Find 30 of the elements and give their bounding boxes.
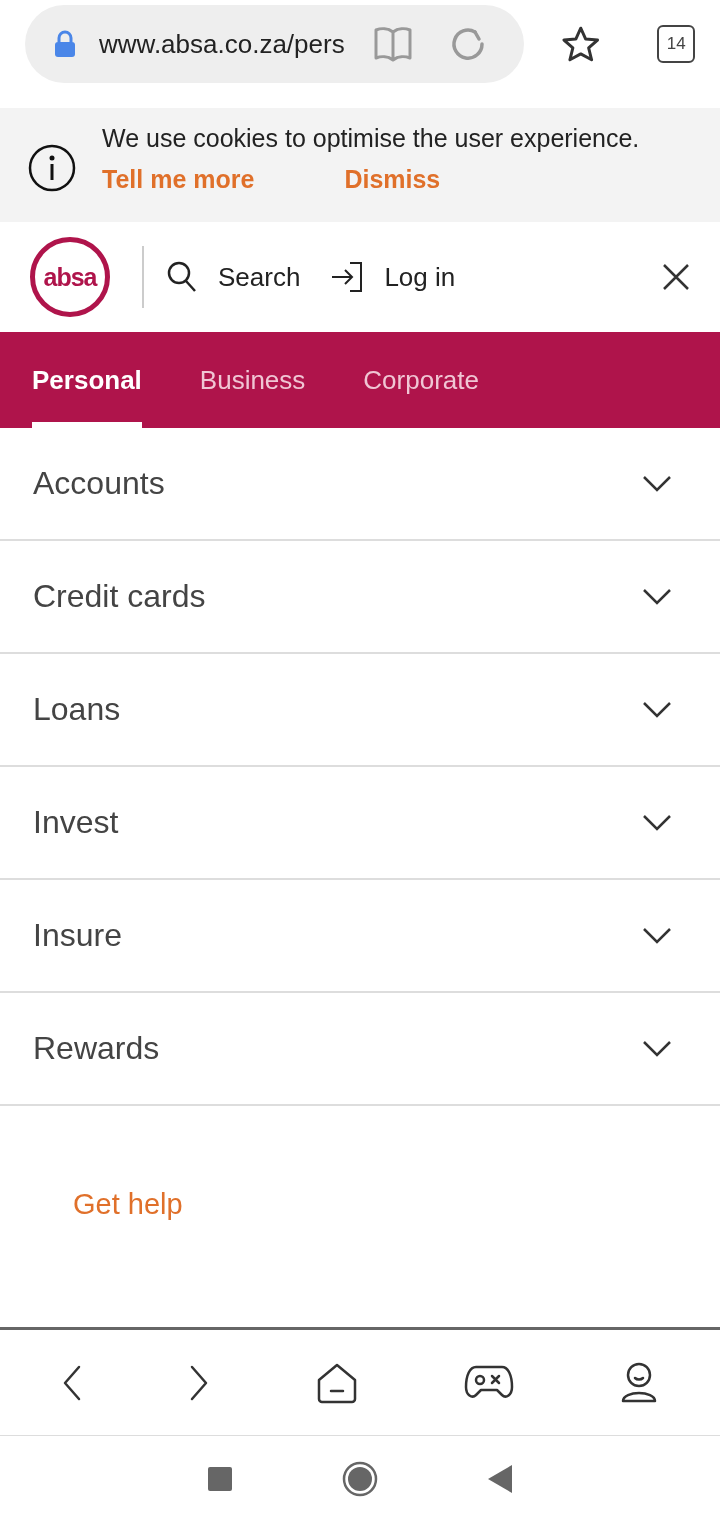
menu-item[interactable]: Loans [0,654,720,767]
home-button-icon[interactable] [342,1460,378,1497]
search-icon [166,260,198,294]
recents-icon[interactable] [208,1466,232,1491]
lock-icon [53,30,77,58]
menu-label: Invest [33,804,120,841]
menu-label: Loans [33,691,122,728]
menu-label: Rewards [33,1030,161,1067]
login-button[interactable]: Log in [330,260,456,294]
nav-tab[interactable]: Business [199,332,306,428]
nav-tab[interactable]: Personal [32,332,142,428]
login-icon [330,260,365,294]
menu-item[interactable]: Rewards [0,993,720,1106]
brand-logo[interactable]: absa [30,237,110,317]
close-icon[interactable] [662,263,690,291]
cookie-message: We use cookies to optimise the user experience. [102,124,640,153]
menu-item[interactable]: Credit cards [0,541,720,654]
info-icon [28,144,76,192]
menu-item[interactable]: Accounts [0,428,720,541]
menu-label: Accounts [33,465,166,502]
url-text: www.absa.co.za/pers [99,28,346,60]
menu-label: Credit cards [33,578,207,615]
star-icon[interactable] [561,26,600,62]
menu-item[interactable]: Insure [0,880,720,993]
nav-tab[interactable]: Corporate [363,332,479,428]
tab-count-button[interactable]: 14 [657,25,695,63]
menu-item[interactable]: Invest [0,767,720,880]
menu-label: Insure [33,917,123,954]
back-triangle-icon[interactable] [488,1464,512,1493]
search-button[interactable]: Search [166,260,301,294]
